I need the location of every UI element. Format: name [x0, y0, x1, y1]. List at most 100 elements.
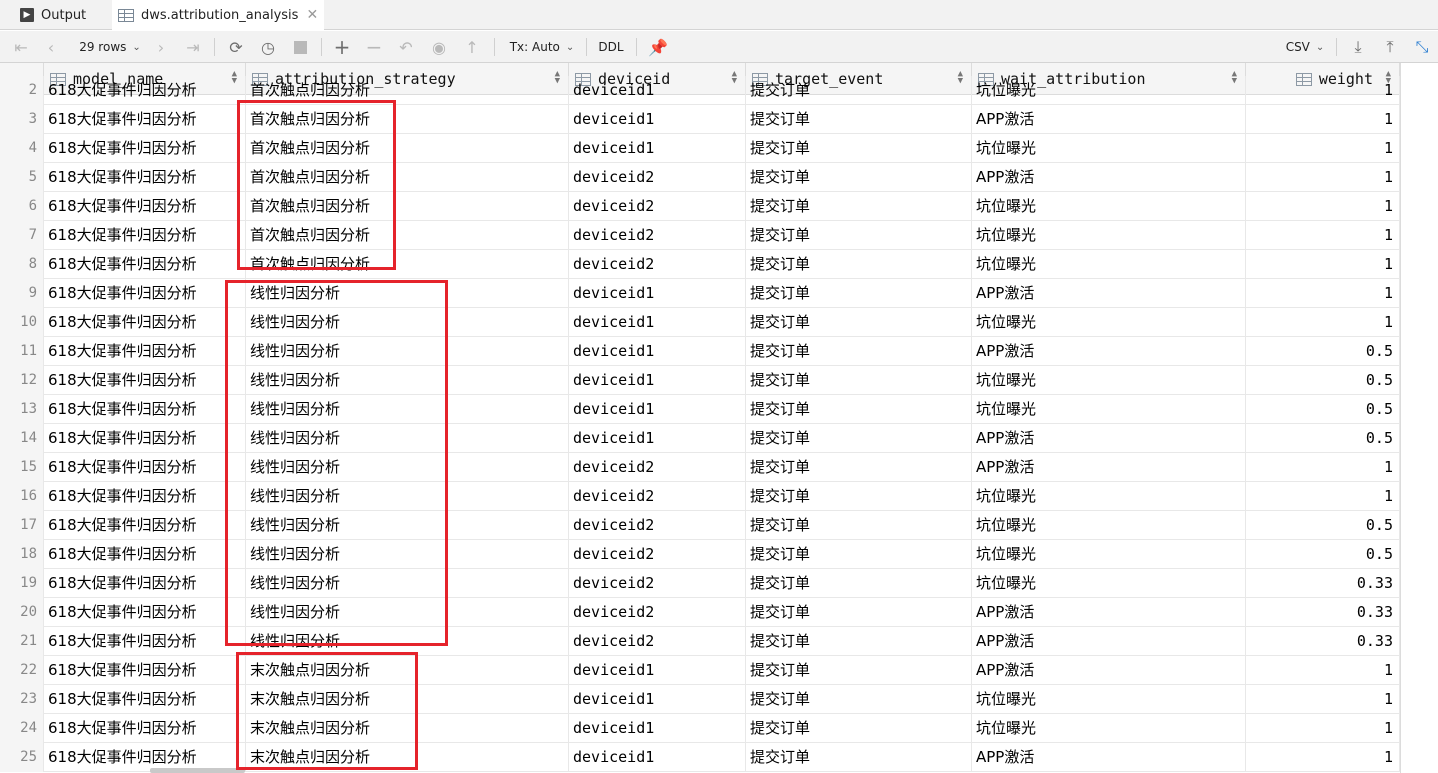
cell-weight[interactable]: 1: [1246, 279, 1400, 308]
cell-deviceid[interactable]: deviceid2: [569, 598, 746, 627]
table-row[interactable]: 17 618大促事件归因分析 线性归因分析 deviceid2 提交订单 坑位曝光 0.5: [0, 511, 1400, 540]
cell-target-event[interactable]: 提交订单: [746, 656, 972, 685]
table-row[interactable]: 4 618大促事件归因分析 首次触点归因分析 deviceid1 提交订单 坑位曝光 1: [0, 134, 1400, 163]
cell-wait-attribution[interactable]: 坑位曝光: [972, 366, 1246, 395]
cell-wait-attribution[interactable]: APP激活: [972, 656, 1246, 685]
submit-icon[interactable]: ↑: [460, 31, 484, 63]
table-row[interactable]: 14 618大促事件归因分析 线性归因分析 deviceid1 提交订单 APP激活 0.5: [0, 424, 1400, 453]
horizontal-scrollbar-thumb[interactable]: [150, 768, 245, 773]
cell-model-name[interactable]: 618大促事件归因分析: [44, 250, 246, 279]
table-row[interactable]: 5 618大促事件归因分析 首次触点归因分析 deviceid2 提交订单 APP激活 1: [0, 163, 1400, 192]
cell-model-name[interactable]: 618大促事件归因分析: [44, 714, 246, 743]
cell-wait-attribution[interactable]: APP激活: [972, 743, 1246, 772]
pin-icon[interactable]: 📌: [646, 31, 670, 63]
tab-output[interactable]: ▶ Output: [20, 0, 86, 30]
ddl-button[interactable]: DDL: [594, 31, 628, 63]
table-row[interactable]: 15 618大促事件归因分析 线性归因分析 deviceid2 提交订单 APP激活 1: [0, 453, 1400, 482]
table-row[interactable]: 6 618大促事件归因分析 首次触点归因分析 deviceid2 提交订单 坑位曝光 1: [0, 192, 1400, 221]
cell-model-name[interactable]: 618大促事件归因分析: [44, 511, 246, 540]
cell-target-event[interactable]: 提交订单: [746, 424, 972, 453]
cell-deviceid[interactable]: deviceid1: [569, 105, 746, 134]
cell-deviceid[interactable]: deviceid2: [569, 511, 746, 540]
table-row[interactable]: 13 618大促事件归因分析 线性归因分析 deviceid1 提交订单 坑位曝光 0.5: [0, 395, 1400, 424]
next-page-icon[interactable]: ›: [150, 31, 172, 63]
cell-deviceid[interactable]: deviceid1: [569, 366, 746, 395]
table-row[interactable]: 21 618大促事件归因分析 线性归因分析 deviceid2 提交订单 APP激活 0.3…: [0, 627, 1400, 656]
cell-model-name[interactable]: 618大促事件归因分析: [44, 221, 246, 250]
cell-wait-attribution[interactable]: 坑位曝光: [972, 76, 1246, 105]
revert-icon[interactable]: ↶: [394, 31, 418, 63]
cell-deviceid[interactable]: deviceid2: [569, 221, 746, 250]
cell-model-name[interactable]: 618大促事件归因分析: [44, 192, 246, 221]
tab-attribution-analysis[interactable]: dws.attribution_analysis ✕: [112, 0, 325, 30]
cell-wait-attribution[interactable]: APP激活: [972, 163, 1246, 192]
preview-changes-icon[interactable]: ◉: [427, 31, 451, 63]
last-page-icon[interactable]: ⇥: [182, 31, 204, 63]
table-row[interactable]: 11 618大促事件归因分析 线性归因分析 deviceid1 提交订单 APP激活 0.5: [0, 337, 1400, 366]
cell-wait-attribution[interactable]: 坑位曝光: [972, 685, 1246, 714]
cell-wait-attribution[interactable]: 坑位曝光: [972, 308, 1246, 337]
cell-weight[interactable]: 1: [1246, 105, 1400, 134]
cell-deviceid[interactable]: deviceid2: [569, 569, 746, 598]
table-row[interactable]: 12 618大促事件归因分析 线性归因分析 deviceid1 提交订单 坑位曝光 0.5: [0, 366, 1400, 395]
cell-model-name[interactable]: 618大促事件归因分析: [44, 308, 246, 337]
cell-wait-attribution[interactable]: 坑位曝光: [972, 250, 1246, 279]
cell-model-name[interactable]: 618大促事件归因分析: [44, 424, 246, 453]
cell-model-name[interactable]: 618大促事件归因分析: [44, 569, 246, 598]
cell-target-event[interactable]: 提交订单: [746, 221, 972, 250]
cell-target-event[interactable]: 提交订单: [746, 250, 972, 279]
cell-target-event[interactable]: 提交订单: [746, 105, 972, 134]
cell-deviceid[interactable]: deviceid2: [569, 627, 746, 656]
cell-model-name[interactable]: 618大促事件归因分析: [44, 279, 246, 308]
cell-deviceid[interactable]: deviceid1: [569, 134, 746, 163]
cell-deviceid[interactable]: deviceid1: [569, 279, 746, 308]
table-row[interactable]: 8 618大促事件归因分析 首次触点归因分析 deviceid2 提交订单 坑位曝光 1: [0, 250, 1400, 279]
cell-weight[interactable]: 0.33: [1246, 569, 1400, 598]
cell-weight[interactable]: 1: [1246, 453, 1400, 482]
cell-model-name[interactable]: 618大促事件归因分析: [44, 685, 246, 714]
cell-deviceid[interactable]: deviceid2: [569, 453, 746, 482]
cell-deviceid[interactable]: deviceid2: [569, 163, 746, 192]
table-row[interactable]: 20 618大促事件归因分析 线性归因分析 deviceid2 提交订单 APP激活 0.3…: [0, 598, 1400, 627]
cell-target-event[interactable]: 提交订单: [746, 395, 972, 424]
cell-deviceid[interactable]: deviceid1: [569, 395, 746, 424]
cell-model-name[interactable]: 618大促事件归因分析: [44, 337, 246, 366]
cell-wait-attribution[interactable]: 坑位曝光: [972, 192, 1246, 221]
cell-weight[interactable]: 1: [1246, 250, 1400, 279]
cell-model-name[interactable]: 618大促事件归因分析: [44, 598, 246, 627]
cell-weight[interactable]: 0.33: [1246, 598, 1400, 627]
cell-wait-attribution[interactable]: APP激活: [972, 424, 1246, 453]
cell-target-event[interactable]: 提交订单: [746, 743, 972, 772]
cell-deviceid[interactable]: deviceid1: [569, 714, 746, 743]
cell-deviceid[interactable]: deviceid1: [569, 743, 746, 772]
cell-weight[interactable]: 1: [1246, 221, 1400, 250]
cell-weight[interactable]: 1: [1246, 192, 1400, 221]
cell-target-event[interactable]: 提交订单: [746, 627, 972, 656]
cell-target-event[interactable]: 提交订单: [746, 453, 972, 482]
cell-target-event[interactable]: 提交订单: [746, 308, 972, 337]
cell-weight[interactable]: 1: [1246, 656, 1400, 685]
export-format-dropdown[interactable]: CSV ⌄: [1280, 31, 1330, 63]
stop-icon[interactable]: [288, 31, 312, 63]
table-row[interactable]: 24 618大促事件归因分析 末次触点归因分析 deviceid1 提交订单 坑位曝光 1: [0, 714, 1400, 743]
cell-deviceid[interactable]: deviceid2: [569, 540, 746, 569]
upload-icon[interactable]: ⤒: [1378, 31, 1402, 63]
cell-weight[interactable]: 0.5: [1246, 511, 1400, 540]
cell-weight[interactable]: 1: [1246, 308, 1400, 337]
cell-target-event[interactable]: 提交订单: [746, 598, 972, 627]
cell-target-event[interactable]: 提交订单: [746, 511, 972, 540]
cell-wait-attribution[interactable]: APP激活: [972, 337, 1246, 366]
cell-deviceid[interactable]: deviceid1: [569, 656, 746, 685]
cell-model-name[interactable]: 618大促事件归因分析: [44, 627, 246, 656]
cell-deviceid[interactable]: deviceid1: [569, 337, 746, 366]
cell-weight[interactable]: 0.5: [1246, 366, 1400, 395]
cell-weight[interactable]: 1: [1246, 163, 1400, 192]
cell-model-name[interactable]: 618大促事件归因分析: [44, 453, 246, 482]
cell-model-name[interactable]: 618大促事件归因分析: [44, 366, 246, 395]
cell-deviceid[interactable]: deviceid2: [569, 192, 746, 221]
cell-weight[interactable]: 1: [1246, 743, 1400, 772]
download-icon[interactable]: ⤓: [1346, 31, 1370, 63]
table-row[interactable]: 9 618大促事件归因分析 线性归因分析 deviceid1 提交订单 APP激活 1: [0, 279, 1400, 308]
cell-wait-attribution[interactable]: 坑位曝光: [972, 134, 1246, 163]
cell-wait-attribution[interactable]: 坑位曝光: [972, 511, 1246, 540]
